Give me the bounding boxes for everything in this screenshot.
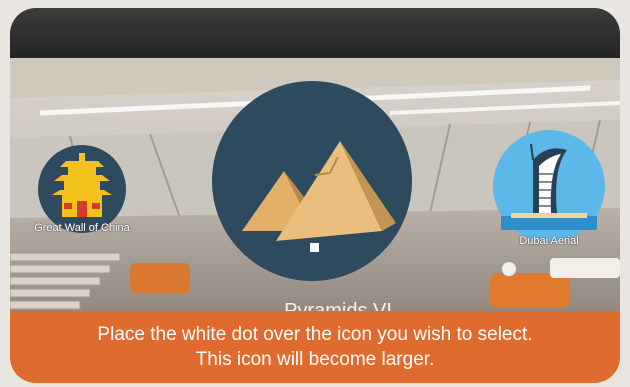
vr-menu-frame: Great Wall of China Dubai Aerial Pyramid… [10, 8, 620, 383]
instruction-banner: Place the white dot over the icon you wi… [10, 311, 620, 383]
pyramids-icon [212, 81, 412, 281]
instruction-text: Place the white dot over the icon you wi… [97, 324, 533, 370]
top-bar [10, 8, 620, 58]
gaze-cursor-dot [310, 243, 319, 252]
clock-icon [501, 261, 517, 277]
destination-great-wall[interactable]: Great Wall of China [24, 137, 144, 247]
destination-label: Dubai Aerial [519, 235, 579, 247]
destination-pyramids[interactable] [212, 81, 412, 281]
destination-dubai[interactable]: Dubai Aerial [487, 128, 612, 258]
destination-label: Great Wall of China [34, 222, 130, 234]
